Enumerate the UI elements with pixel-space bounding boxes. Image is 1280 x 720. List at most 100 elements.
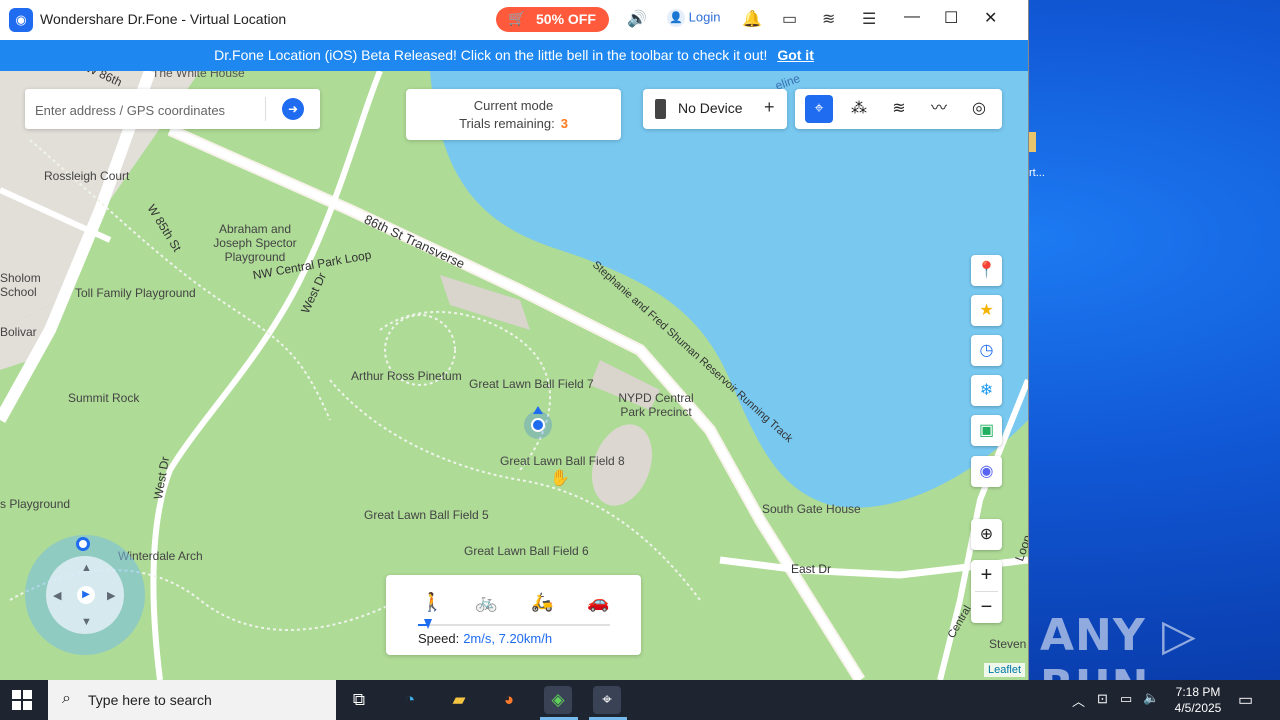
cart-icon: 🛒 <box>508 10 526 26</box>
map-label-steven: Steven <box>989 637 1027 651</box>
map-label-ball-field-7: Great Lawn Ball Field 7 <box>469 377 594 391</box>
joystick-up-arrow-icon[interactable]: ▲ <box>81 562 92 574</box>
promo-discount-button[interactable]: 🛒 50% OFF <box>496 7 609 32</box>
map-label-spector-playground: Abraham and Joseph Spector Playground <box>213 222 297 264</box>
joystick-right-arrow-icon[interactable]: ▶ <box>107 589 115 602</box>
map-label-arthur-ross-pinetum: Arthur Ross Pinetum <box>351 369 462 383</box>
speed-slider-track[interactable] <box>418 624 610 626</box>
user-avatar-icon: 👤 <box>667 9 685 27</box>
jump-teleport-mode-icon[interactable]: 〰 <box>925 95 953 123</box>
search-go-icon[interactable]: ➜ <box>282 98 304 120</box>
virtual-location-app-icon[interactable]: ⌖ <box>593 686 621 714</box>
address-search-input[interactable] <box>33 97 267 123</box>
two-spot-mode-icon[interactable]: ≋ <box>885 95 913 123</box>
window-title: Wondershare Dr.Fone - Virtual Location <box>40 11 287 27</box>
history-clock-icon[interactable]: ◷ <box>971 335 1002 366</box>
mode-toolbar: ⌖ ⁂ ≋ 〰 ◎ <box>795 89 1002 129</box>
app-window: The White House W 86th Rossleigh Court W… <box>0 0 1029 680</box>
desktop-shortcut-icon[interactable] <box>1028 132 1036 152</box>
bike-mode-icon[interactable]: 🚲 <box>475 592 497 613</box>
hand-cursor-icon: ✋ <box>550 470 570 487</box>
promo-label: 50% OFF <box>536 11 596 27</box>
freeze-snowflake-icon[interactable]: ❄ <box>971 375 1002 406</box>
trials-remaining-row: Trials remaining: 3 <box>406 116 621 131</box>
network-icon[interactable]: ▭ <box>1120 691 1132 707</box>
device-label: No Device <box>678 100 743 116</box>
tray-expand-icon[interactable]: ︿ <box>1072 691 1085 710</box>
zoom-control: + − <box>971 560 1002 623</box>
minimize-button[interactable]: — <box>904 8 920 26</box>
joystick-left-arrow-icon[interactable]: ◀ <box>53 589 61 602</box>
search-divider <box>265 97 266 121</box>
multi-stop-mode-icon[interactable]: ⁂ <box>845 95 873 123</box>
teleport-mode-icon[interactable]: ⌖ <box>805 95 833 123</box>
walk-mode-icon[interactable]: 🚶 <box>421 592 443 613</box>
map-label-toll-playground: Toll Family Playground <box>75 286 196 300</box>
menu-list-icon[interactable]: ☰ <box>862 9 876 29</box>
clock-date: 4/5/2025 <box>1174 701 1222 715</box>
joystick-direction-knob[interactable] <box>76 537 90 551</box>
zoom-in-button[interactable]: + <box>971 560 1002 591</box>
current-mode-panel: Current mode Trials remaining: 3 <box>406 89 621 140</box>
current-location-marker[interactable] <box>531 418 545 432</box>
close-button[interactable]: ✕ <box>984 8 997 28</box>
map-label-south-gate-house: South Gate House <box>762 502 861 516</box>
volume-icon[interactable]: 🔈 <box>1143 690 1159 706</box>
trials-remaining-value: 3 <box>560 116 568 131</box>
map-label-east-dr: East Dr <box>791 562 832 576</box>
joystick-play-icon[interactable]: ▶ <box>77 586 95 604</box>
map-label-summit-rock: Summit Rock <box>68 391 140 405</box>
notification-icon[interactable]: ▭ <box>1238 690 1253 710</box>
car-mode-icon[interactable]: 🚗 <box>587 592 609 613</box>
banner-got-it-link[interactable]: Got it <box>777 47 814 63</box>
joystick-mode-icon[interactable]: ◎ <box>965 95 993 123</box>
speaker-icon[interactable]: 🔊 <box>627 9 647 29</box>
maximize-button[interactable]: ☐ <box>944 8 958 28</box>
google-maps-icon[interactable]: 📍 <box>971 255 1002 286</box>
edge-browser-icon[interactable]: ◔ <box>396 686 424 714</box>
discord-icon[interactable]: ◉ <box>971 456 1002 487</box>
joystick-down-arrow-icon[interactable]: ▼ <box>81 616 92 628</box>
speed-label: Speed: <box>418 631 460 646</box>
bell-icon[interactable]: 🔔 <box>742 9 762 29</box>
windows-taskbar: ⌕ Type here to search ⧉ ◔ ▰ ◕ ◈ ⌖ ︿ ⊡ ▭ … <box>0 680 1280 720</box>
device-selector[interactable]: No Device + <box>643 89 787 129</box>
map-label-sholom-school: Sholom School <box>0 271 41 299</box>
search-icon: ⌕ <box>62 690 71 707</box>
favorites-star-icon[interactable]: ★ <box>971 295 1002 326</box>
map-label-nypd-precinct: NYPD Central Park Precinct <box>618 391 694 419</box>
speed-readout: Speed: 2m/s, 7.20km/h <box>418 631 552 646</box>
taskbar-search-box[interactable]: ⌕ Type here to search <box>48 680 336 720</box>
location-heading-icon <box>533 406 543 414</box>
title-bar: ◉ Wondershare Dr.Fone - Virtual Location… <box>0 0 1028 40</box>
map-label-rossleigh: Rossleigh Court <box>44 169 130 183</box>
file-explorer-icon[interactable]: ▰ <box>445 686 473 714</box>
locate-me-icon[interactable]: ⊕ <box>971 519 1002 550</box>
scooter-mode-icon[interactable]: 🛵 <box>531 592 553 613</box>
login-button[interactable]: 👤 Login <box>667 9 720 27</box>
firefox-icon[interactable]: ◕ <box>495 686 523 714</box>
drfone-logo-icon: ◉ <box>9 8 33 32</box>
current-mode-label: Current mode <box>473 98 554 113</box>
tray-device-icon[interactable]: ⊡ <box>1097 691 1108 707</box>
search-box: ➜ <box>25 89 320 129</box>
taskbar-search-placeholder: Type here to search <box>88 692 212 708</box>
banner-message: Dr.Fone Location (iOS) Beta Released! Cl… <box>214 47 768 63</box>
screen-record-icon[interactable]: ▭ <box>782 9 797 29</box>
login-label: Login <box>688 9 721 25</box>
phone-icon <box>655 99 666 119</box>
leaflet-attribution-link[interactable]: Leaflet <box>984 663 1026 677</box>
wifi-icon[interactable]: ≋ <box>822 9 835 29</box>
import-route-icon[interactable]: ▣ <box>971 415 1002 446</box>
task-view-icon[interactable]: ⧉ <box>345 686 373 714</box>
speed-panel: 🚶 🚲 🛵 🚗 Speed: 2m/s, 7.20km/h <box>386 575 641 655</box>
taskbar-clock[interactable]: 7:18 PM 4/5/2025 <box>1166 684 1230 716</box>
windows-start-icon[interactable] <box>12 690 32 710</box>
zoom-out-button[interactable]: − <box>971 592 1002 623</box>
clock-time: 7:18 PM <box>1175 685 1221 699</box>
desktop-shortcut-label[interactable]: rt... <box>1029 167 1045 179</box>
announcement-banner: Dr.Fone Location (iOS) Beta Released! Cl… <box>0 40 1028 71</box>
drfone-installer-icon[interactable]: ◈ <box>544 686 572 714</box>
map-label-ball-field-6: Great Lawn Ball Field 6 <box>464 544 589 558</box>
add-device-button[interactable]: + <box>764 97 775 118</box>
